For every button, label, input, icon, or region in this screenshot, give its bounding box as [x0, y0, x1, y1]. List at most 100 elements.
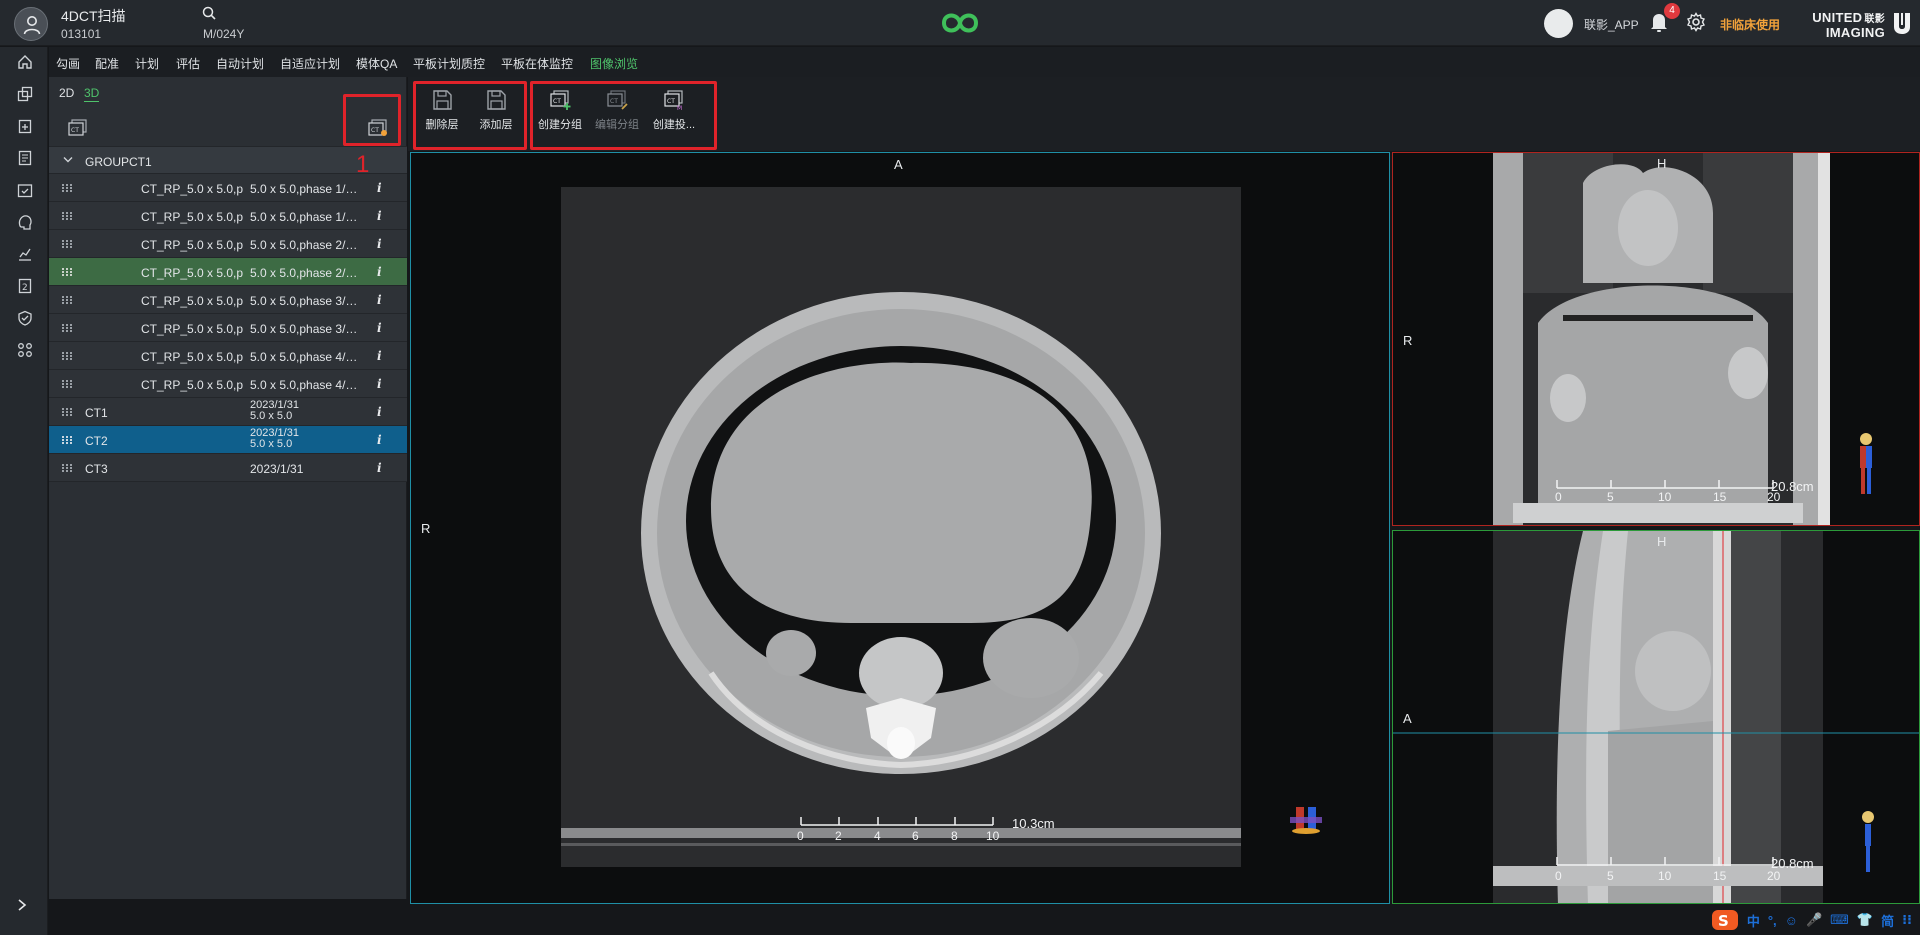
grip-icon[interactable] [62, 380, 72, 388]
menu-evaluate[interactable]: 评估 [176, 55, 200, 72]
info-icon[interactable]: i [377, 377, 382, 391]
series-res: 5.0 x 5.0 [250, 438, 293, 450]
grip-icon[interactable] [62, 436, 72, 444]
sagittal-ct-image[interactable] [1393, 531, 1920, 904]
ime-emoji-icon[interactable]: ☺ [1785, 913, 1798, 928]
expand-chevron-icon[interactable] [15, 898, 29, 915]
axial-viewport[interactable]: A R 10.3cm 0 2 4 6 8 10 [410, 152, 1390, 904]
info-icon[interactable]: i [377, 181, 382, 195]
menu-phantom-qa[interactable]: 模体QA [356, 55, 397, 72]
collapse-chevron-icon[interactable] [63, 156, 73, 164]
group-header[interactable]: GROUPCT1 [49, 146, 407, 174]
tree-row[interactable]: CT_RP_5.0 x 5.0,ph 5.0 x 5.0,phase 2/8 .… [49, 230, 407, 258]
ime-keyboard-icon[interactable]: ⌨ [1830, 912, 1849, 928]
info-icon[interactable]: i [377, 293, 382, 307]
home-icon[interactable] [17, 54, 33, 70]
grip-icon[interactable] [62, 296, 72, 304]
menu-plan[interactable]: 计划 [135, 55, 159, 72]
coronal-viewport[interactable]: H R 20.8cm 0 5 10 15 20 [1392, 152, 1920, 526]
grip-icon[interactable] [62, 352, 72, 360]
tree-row[interactable]: CT_RP_5.0 x 5.0,ph 5.0 x 5.0,phase 1/8 .… [49, 202, 407, 230]
scale-tick: 20 [1767, 490, 1781, 504]
patient-name: 4DCT扫描 [61, 8, 126, 24]
grip-icon[interactable] [62, 212, 72, 220]
scale-tick: 15 [1713, 869, 1727, 883]
clipboard-plus-icon[interactable] [17, 118, 33, 134]
brand-line1: UNITED [1812, 10, 1863, 25]
orientation-head: H [1657, 156, 1667, 171]
info-icon[interactable]: i [377, 237, 382, 251]
tree-row[interactable]: CT_RP_5.0 x 5.0,ph 5.0 x 5.0,phase 3/8 .… [49, 286, 407, 314]
tree-row[interactable]: CT_RP_5.0 x 5.0,ph 5.0 x 5.0,phase 1/8 .… [49, 174, 407, 202]
info-icon[interactable]: i [377, 461, 382, 475]
ime-simplified[interactable]: 简 [1881, 911, 1894, 930]
info-icon[interactable]: i [377, 405, 382, 419]
grip-icon[interactable] [62, 408, 72, 416]
layers-icon[interactable] [17, 86, 33, 102]
menu-epid-plan-qa[interactable]: 平板计划质控 [413, 55, 485, 72]
shield-check-icon[interactable] [17, 310, 33, 326]
row-desc: 5.0 x 5.0,phase 4/8 ... [250, 350, 360, 364]
coronal-ct-image[interactable] [1393, 153, 1920, 526]
ime-chinese-mode[interactable]: 中 [1747, 911, 1760, 930]
tree-row-selected[interactable]: CT_RP_5.0 x 5.0,ph 5.0 x 5.0,phase 2/8 .… [49, 258, 407, 286]
row-desc: 5.0 x 5.0,phase 2/8 ... [250, 266, 360, 280]
series-tree-panel: 2D 3D CT CT GROUPCT1 CT_RP_5.0 x 5.0,ph … [49, 77, 407, 899]
grip-icon[interactable] [62, 268, 72, 276]
gear-icon[interactable] [1686, 12, 1706, 35]
body-orientation-front-icon[interactable] [1855, 433, 1877, 498]
sagittal-viewport[interactable]: H A 20.8cm 0 5 10 15 20 [1392, 530, 1920, 904]
user-name[interactable]: 联影_APP [1584, 16, 1639, 33]
scale-tick: 5 [1607, 490, 1614, 504]
patient-avatar-icon[interactable] [14, 7, 48, 41]
phase-2-icon[interactable]: 2 [17, 278, 33, 294]
menu-adaptive-plan[interactable]: 自适应计划 [280, 55, 340, 72]
info-icon[interactable]: i [377, 209, 382, 223]
series-date-res: 2023/1/31 5.0 x 5.0 [250, 400, 299, 422]
tree-row[interactable]: CT_RP_5.0 x 5.0,ph 5.0 x 5.0,phase 4/8 .… [49, 370, 407, 398]
notification-badge: 4 [1664, 3, 1680, 19]
ime-toolbar[interactable]: S 中 °, ☺ 🎤 ⌨ 👕 简 ⁝⁝ [1711, 909, 1912, 931]
calendar-check-icon[interactable] [17, 182, 33, 198]
scale-tick: 4 [874, 829, 881, 843]
grip-icon[interactable] [62, 464, 72, 472]
info-icon[interactable]: i [377, 433, 382, 447]
series-row-ct2-selected[interactable]: CT2 2023/1/31 5.0 x 5.0 i [49, 426, 407, 454]
series-row-ct3[interactable]: CT3 2023/1/31 i [49, 454, 407, 482]
menu-image-browse[interactable]: 图像浏览 [590, 55, 638, 72]
search-icon[interactable] [202, 6, 216, 23]
ime-skin-icon[interactable]: 👕 [1857, 912, 1873, 928]
info-icon[interactable]: i [377, 321, 382, 335]
info-icon[interactable]: i [377, 349, 382, 363]
user-avatar[interactable] [1544, 9, 1573, 38]
series-name: CT2 [85, 434, 108, 448]
info-icon[interactable]: i [377, 265, 382, 279]
tree-row[interactable]: CT_RP_5.0 x 5.0,ph 5.0 x 5.0,phase 3/8 .… [49, 314, 407, 342]
command-icon[interactable] [17, 342, 33, 358]
head-profile-icon[interactable] [17, 214, 33, 230]
scale-tick: 5 [1607, 869, 1614, 883]
axial-ct-image[interactable] [411, 153, 1390, 904]
document-list-icon[interactable] [17, 150, 33, 166]
menu-contour[interactable]: 勾画 [56, 55, 80, 72]
tab-2d[interactable]: 2D [59, 86, 74, 100]
scale-tick: 20 [1767, 869, 1781, 883]
orientation-cube-icon[interactable] [1286, 803, 1326, 840]
menu-auto-plan[interactable]: 自动计划 [216, 55, 264, 72]
chart-icon[interactable] [17, 246, 33, 262]
ime-voice-icon[interactable]: 🎤 [1806, 912, 1822, 928]
tree-row[interactable]: CT_RP_5.0 x 5.0,ph 5.0 x 5.0,phase 4/8 .… [49, 342, 407, 370]
sogou-ime-logo-icon[interactable]: S [1711, 909, 1739, 931]
ime-punctuation[interactable]: °, [1768, 913, 1777, 928]
series-view-icon[interactable]: CT [67, 118, 89, 138]
grip-icon[interactable] [62, 324, 72, 332]
grip-icon[interactable] [62, 240, 72, 248]
body-orientation-side-icon[interactable] [1861, 811, 1875, 876]
menu-epid-invivo[interactable]: 平板在体监控 [501, 55, 573, 72]
ime-toolbox-icon[interactable]: ⁝⁝ [1902, 912, 1912, 928]
series-name: CT3 [85, 462, 108, 476]
grip-icon[interactable] [62, 184, 72, 192]
series-row-ct1[interactable]: CT1 2023/1/31 5.0 x 5.0 i [49, 398, 407, 426]
menu-registration[interactable]: 配准 [95, 55, 119, 72]
tab-3d[interactable]: 3D [84, 86, 100, 102]
